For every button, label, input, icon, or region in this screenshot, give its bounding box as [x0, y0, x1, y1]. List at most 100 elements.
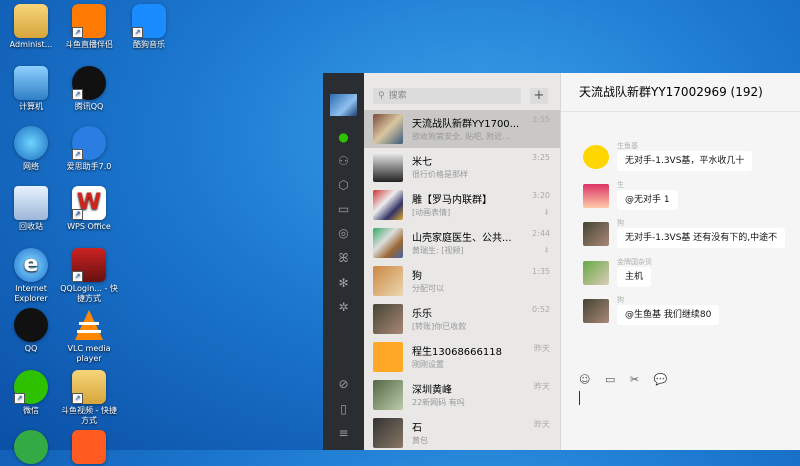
- desktop-icon-ie[interactable]: e Internet Explorer: [0, 248, 62, 304]
- desktop-icon-label: 网络: [23, 162, 39, 171]
- butterfly-icon[interactable]: ꕤ: [336, 251, 351, 266]
- conversation-preview: 黄瑞生: [视频]: [412, 246, 464, 255]
- moments-icon[interactable]: ◎: [336, 226, 351, 241]
- scissors-icon[interactable]: ✂: [630, 373, 639, 386]
- desktop-icon-partial-green[interactable]: [0, 430, 62, 466]
- qq-icon: [14, 308, 48, 342]
- emoji-icon[interactable]: ☺: [579, 373, 590, 386]
- conversation-preview: 22新网码 有吗: [412, 398, 465, 407]
- conversation-item[interactable]: 山壳家庭医生、公共... 黄瑞生: [视频] 2:44 ⍋: [364, 224, 560, 262]
- sender-avatar[interactable]: [583, 184, 609, 208]
- message-bubble[interactable]: 主机: [617, 267, 652, 287]
- conversation-time: 1:35: [532, 267, 550, 276]
- ie-icon: e: [14, 248, 48, 282]
- conversation-preview: 欲收狗第安全, 贴吧, 附近...: [412, 132, 510, 141]
- settings-icon[interactable]: ✻: [336, 276, 351, 291]
- conversation-item[interactable]: 深圳黄峰 22新网码 有吗 昨天: [364, 376, 560, 414]
- phone-icon[interactable]: ⊘: [336, 377, 351, 392]
- sender-avatar[interactable]: [583, 222, 609, 246]
- desktop-icon-network[interactable]: 网络: [0, 126, 62, 172]
- desktop-icon-label: 斗鱼视频 - 快捷方式: [61, 406, 117, 425]
- group-avatar: [373, 114, 403, 144]
- text-cursor[interactable]: [579, 391, 580, 405]
- sender-name: 生: [617, 181, 624, 189]
- app-icon: [14, 430, 48, 464]
- contact-avatar: [373, 266, 403, 296]
- message-bubble[interactable]: @生鱼基 我们继续80: [617, 305, 720, 325]
- conversation-preview: 很行价格是那样: [412, 170, 468, 179]
- desktop-icon-label: 酷狗音乐: [133, 40, 165, 49]
- desktop-icon-label: 回收站: [19, 222, 43, 231]
- chat-panel: 天流战队新群YY17002969 (192) 生鱼基 无对手-1.3VS基，平水…: [561, 73, 800, 450]
- sender-avatar[interactable]: [583, 299, 609, 323]
- conversation-time: 2:44: [532, 229, 550, 238]
- box-icon[interactable]: ⬡: [336, 178, 351, 193]
- desktop-icon-partial-orange[interactable]: [58, 430, 120, 466]
- conversation-item[interactable]: 乐乐 [转账]你已收款 0:52: [364, 300, 560, 338]
- contact-avatar: [373, 380, 403, 410]
- desktop-icon-label: 计算机: [19, 102, 43, 111]
- folder-icon[interactable]: ▭: [336, 202, 351, 217]
- network-icon: [14, 126, 48, 160]
- desktop-icon-vlc[interactable]: VLC media player: [58, 308, 120, 364]
- recycle-bin-icon: [14, 186, 48, 220]
- douyu-icon: ↗: [72, 4, 106, 38]
- desktop-icon-label: Administ...: [9, 40, 53, 49]
- desktop-icon-douyu[interactable]: ↗ 斗鱼直播伴侣: [58, 4, 120, 50]
- contacts-icon[interactable]: ⚇: [336, 154, 351, 169]
- desktop-icon-administrator[interactable]: Administ...: [0, 4, 62, 50]
- desktop-icon-qqlogin[interactable]: ↗ QQLogin... - 快捷方式: [58, 248, 120, 304]
- message-bubble[interactable]: 无对手-1.3VS基，平水收几十: [617, 151, 753, 171]
- device-icon[interactable]: ▯: [336, 402, 351, 417]
- conversation-item[interactable]: 天流战队新群YY1700... 欲收狗第安全, 贴吧, 附近... 3:55: [364, 110, 560, 148]
- desktop-icon-kugou[interactable]: ↗ 酷狗音乐: [118, 4, 180, 50]
- conversation-list: ⚲ 搜索 + 天流战队新群YY1700... 欲收狗第安全, 贴吧, 附近... …: [364, 73, 561, 450]
- chat-icon[interactable]: ●: [336, 130, 351, 145]
- desktop-icon-aisi[interactable]: ↗ 爱思助手7.0: [58, 126, 120, 172]
- contact-avatar: [373, 304, 403, 334]
- conversation-name: 米七: [412, 157, 432, 168]
- conversation-preview: 黄包: [412, 436, 428, 445]
- desktop-icon-label: Internet Explorer: [14, 284, 48, 303]
- conversation-preview: 分配可以: [412, 284, 444, 293]
- wps-icon: W ↗: [72, 186, 106, 220]
- desktop-icon-label: QQLogin... - 快捷方式: [60, 284, 118, 303]
- desktop-icon-tencent-qq[interactable]: ↗ 腾讯QQ: [58, 66, 120, 112]
- search-input[interactable]: ⚲ 搜索: [373, 88, 521, 104]
- message-bubble[interactable]: 无对手-1.3VS基 还有没有下的,中途不: [617, 228, 786, 248]
- desktop-icon-recycle-bin[interactable]: 回收站: [0, 186, 62, 232]
- sender-avatar[interactable]: [583, 261, 609, 285]
- desktop-icon-wechat[interactable]: ↗ 微信: [0, 370, 62, 416]
- desktop-icon-qq[interactable]: QQ: [0, 308, 62, 354]
- folder-icon[interactable]: ▭: [605, 373, 615, 386]
- kugou-icon: ↗: [132, 4, 166, 38]
- sender-name: 狗: [617, 219, 624, 227]
- add-button[interactable]: +: [530, 88, 548, 104]
- chat-bubble-icon[interactable]: 💬: [654, 373, 668, 386]
- douyu-video-icon: ↗: [72, 370, 106, 404]
- wechat-nav-bar: ● ⚇ ⬡ ▭ ◎ ꕤ ✻ ✲ ⊘ ▯ ≡: [323, 73, 364, 450]
- desktop-icon-label: 腾讯QQ: [74, 102, 104, 111]
- conversation-item[interactable]: 狗 分配可以 1:35: [364, 262, 560, 300]
- wechat-icon: ↗: [14, 370, 48, 404]
- conversation-preview: 刚刚设置: [412, 360, 444, 369]
- app-icon: [72, 430, 106, 464]
- conversation-item[interactable]: 雕【罗马内联群】 [动画表情] 3:20 ⍋: [364, 186, 560, 224]
- mini-program-icon[interactable]: ✲: [336, 300, 351, 315]
- vlc-icon: [72, 308, 106, 342]
- mute-icon: ⍋: [544, 245, 549, 254]
- user-avatar[interactable]: [330, 94, 357, 116]
- conversation-name: 程生13068666118: [412, 347, 502, 358]
- message-bubble[interactable]: @无对手 1: [617, 190, 678, 210]
- conversation-item[interactable]: 石 黄包 昨天: [364, 414, 560, 452]
- sender-avatar[interactable]: [583, 145, 609, 169]
- computer-icon: [14, 66, 48, 100]
- conversation-item[interactable]: 程生13068666118 刚刚设置 昨天: [364, 338, 560, 376]
- conversation-item[interactable]: 米七 很行价格是那样 3:25: [364, 148, 560, 186]
- desktop-icon-wps[interactable]: W ↗ WPS Office: [58, 186, 120, 232]
- menu-icon[interactable]: ≡: [336, 426, 351, 441]
- sender-name: 狗: [617, 296, 624, 304]
- sender-name: 金牌国杂货: [617, 258, 652, 266]
- desktop-icon-computer[interactable]: 计算机: [0, 66, 62, 112]
- desktop-icon-douyu-video[interactable]: ↗ 斗鱼视频 - 快捷方式: [58, 370, 120, 426]
